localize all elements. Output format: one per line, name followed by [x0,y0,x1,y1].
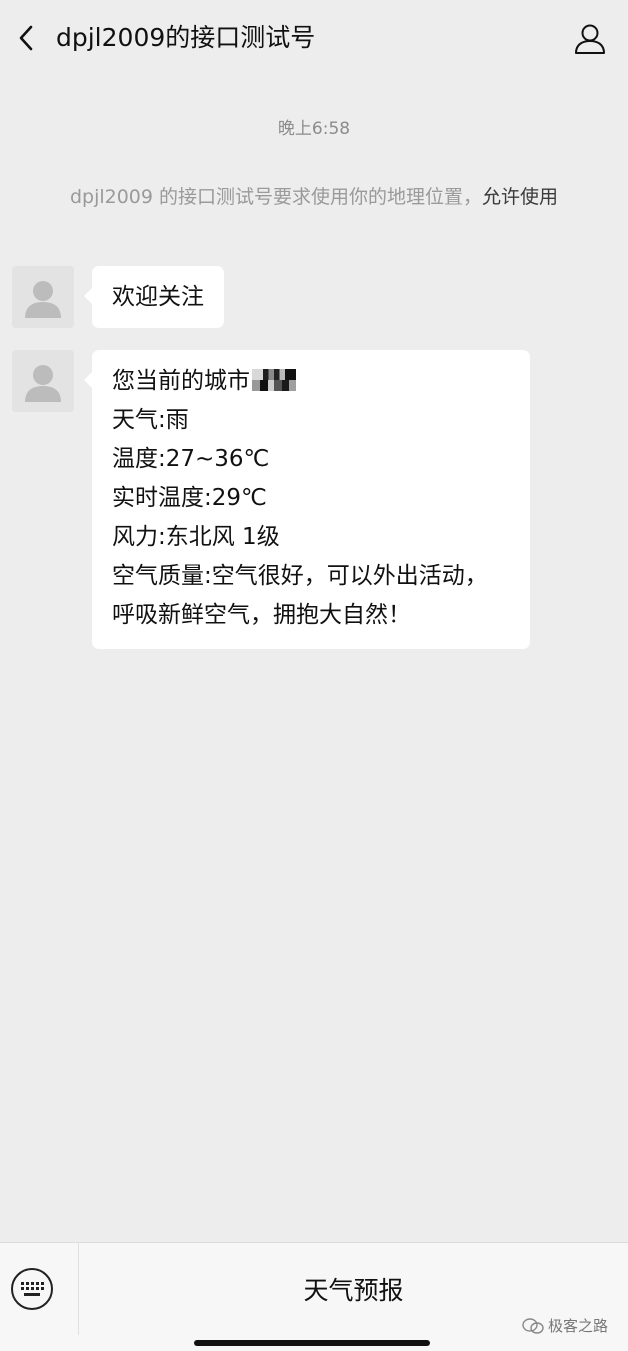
chevron-left-icon [19,25,33,51]
chat-title: dpjl2009的接口测试号 [56,23,316,52]
profile-button[interactable] [568,16,612,60]
location-permission-notice: dpjl2009 的接口测试号要求使用你的地理位置，允许使用 [44,182,584,212]
default-avatar-icon [12,266,74,328]
current-temperature-line: 实时温度:29℃ [112,485,267,511]
keyboard-toggle-button[interactable] [10,1267,54,1311]
person-icon [575,24,605,54]
menu-label: 天气预报 [303,1276,404,1305]
message-text: 欢迎关注 [112,284,204,310]
wechat-logo-icon [522,1317,544,1334]
bottom-menu-bar: 天气预报 极客之路 [0,1242,628,1351]
back-button[interactable] [6,16,46,60]
notice-text: dpjl2009 的接口测试号要求使用你的地理位置， [69,186,483,208]
home-indicator[interactable] [194,1340,430,1346]
weather-message-bubble[interactable]: 您当前的城市 天气:雨 温度:27~36℃ 实时温度:29℃ 风力:东北风 1级… [84,350,530,649]
weather-line: 天气:雨 [112,407,189,433]
pixelated-city-name [252,368,296,391]
keyboard-icon [11,1268,53,1310]
message-timestamp: 晚上6:58 [277,119,351,139]
city-line: 您当前的城市 [112,362,510,401]
sender-avatar[interactable] [12,266,74,328]
air-quality-line: 空气质量:空气很好，可以外出活动，呼吸新鲜空气，拥抱大自然！ [112,563,488,628]
watermark: 极客之路 [522,1315,608,1336]
top-bar: dpjl2009的接口测试号 [0,0,628,78]
default-avatar-icon [12,350,74,412]
sender-avatar[interactable] [12,350,74,412]
allow-location-link[interactable]: 允许使用 [482,186,558,208]
watermark-text: 极客之路 [547,1317,608,1335]
wind-line: 风力:东北风 1级 [112,524,280,550]
message-bubble[interactable]: 欢迎关注 [84,266,224,328]
temperature-range-line: 温度:27~36℃ [112,446,270,472]
